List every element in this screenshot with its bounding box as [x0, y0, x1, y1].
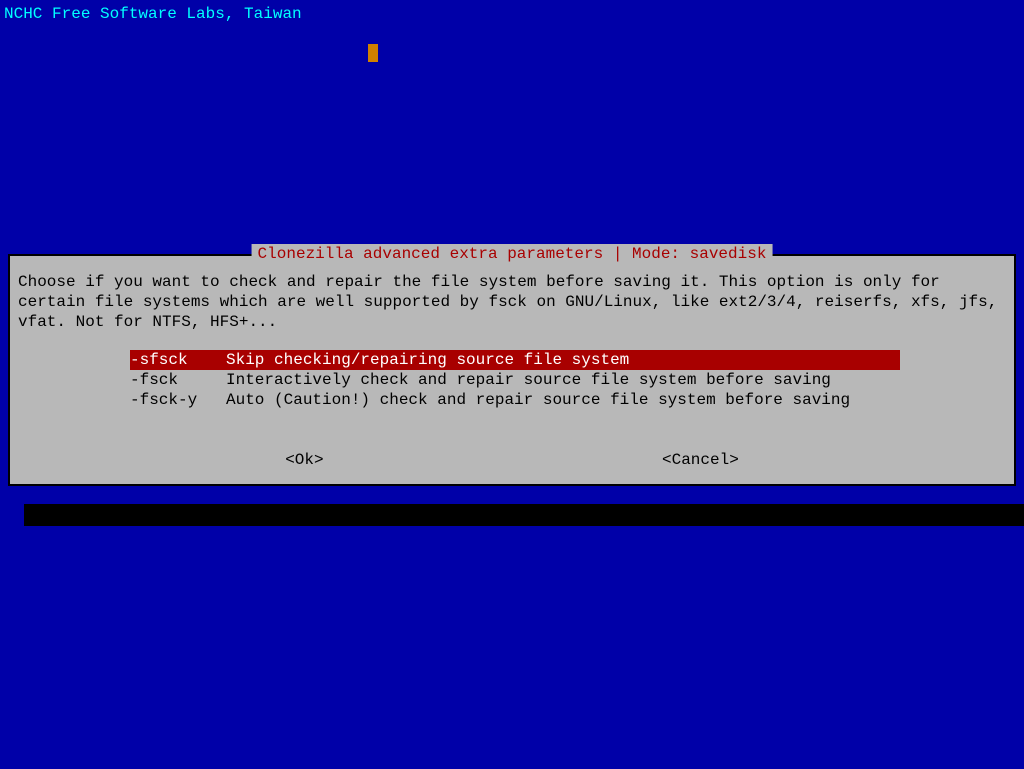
option-flag: -sfsck — [130, 350, 226, 370]
options-menu: -sfsck Skip checking/repairing source fi… — [130, 350, 1008, 410]
option-flag: -fsck — [130, 370, 226, 390]
option-desc: Auto (Caution!) check and repair source … — [226, 390, 850, 410]
option-desc: Interactively check and repair source fi… — [226, 370, 831, 390]
header-text: NCHC Free Software Labs, Taiwan — [0, 0, 1024, 24]
text-cursor — [368, 44, 378, 62]
dialog-title: Clonezilla advanced extra parameters | M… — [252, 244, 773, 264]
button-row: <Ok> <Cancel> — [16, 450, 1008, 470]
option-fsck-y[interactable]: -fsck-y Auto (Caution!) check and repair… — [130, 390, 900, 410]
option-fsck[interactable]: -fsck Interactively check and repair sou… — [130, 370, 900, 390]
dialog-box: Clonezilla advanced extra parameters | M… — [8, 254, 1016, 486]
option-sfsck[interactable]: -sfsck Skip checking/repairing source fi… — [130, 350, 900, 370]
cancel-button[interactable]: <Cancel> — [662, 450, 739, 470]
option-flag: -fsck-y — [130, 390, 226, 410]
dialog-shadow — [24, 504, 1024, 526]
dialog-prompt: Choose if you want to check and repair t… — [16, 272, 1008, 332]
ok-button[interactable]: <Ok> — [285, 450, 323, 470]
option-desc: Skip checking/repairing source file syst… — [226, 350, 629, 370]
